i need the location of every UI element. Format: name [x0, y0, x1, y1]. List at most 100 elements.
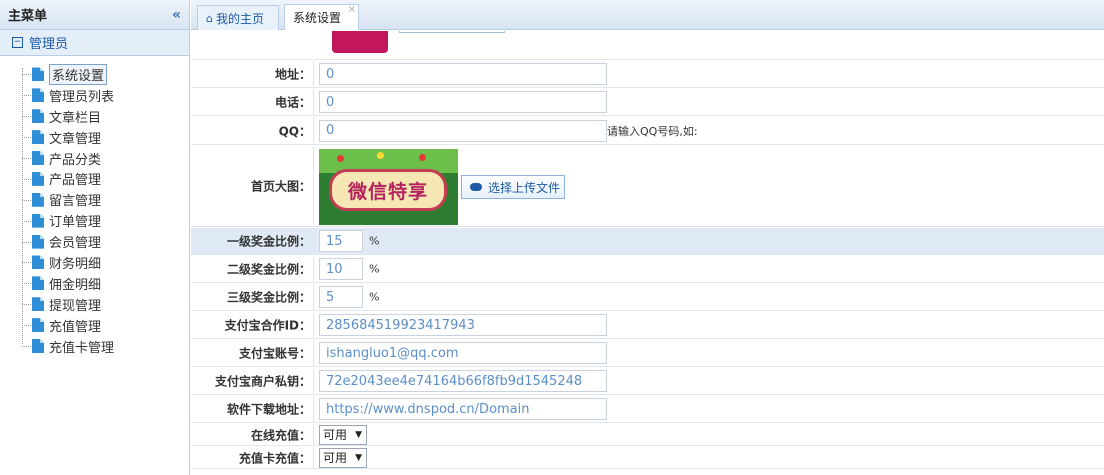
level1-bonus-input[interactable] [319, 230, 363, 252]
alipay-private-key-input[interactable] [319, 370, 607, 392]
sidebar-item-order-management[interactable]: 订单管理 [18, 210, 189, 231]
upload-button-label: 选择上传文件 [488, 180, 561, 195]
sidebar-item-recharge-management[interactable]: 充值管理 [18, 315, 189, 336]
settings-form: 地址： 电话： QQ： 请输入QQ号码,如: 首页大图： 微信特享 [191, 31, 1104, 475]
cloud-upload-icon [470, 183, 482, 191]
tab-system-settings[interactable]: 系统设置 × [284, 4, 359, 30]
document-icon [32, 67, 44, 82]
home-icon: ⌂ [206, 11, 213, 25]
row-phone: 电话： [191, 89, 1104, 116]
row-online-recharge: 在线充值： 可用 ▼ [191, 424, 1104, 446]
sidebar-item-message-management[interactable]: 留言管理 [18, 189, 189, 210]
dropdown-arrow-icon: ▼ [355, 429, 362, 440]
sidebar-item-finance-details[interactable]: 财务明细 [18, 252, 189, 273]
row-divider [313, 424, 314, 445]
percent-unit: % [369, 262, 380, 276]
sidebar-item-label: 系统设置 [49, 63, 108, 85]
alipay-private-key-label: 支付宝商户私钥： [214, 374, 311, 389]
percent-unit: % [369, 234, 380, 248]
sidebar-item-product-category[interactable]: 产品分类 [18, 148, 189, 169]
sidebar-item-label: 文章栏目 [49, 110, 102, 126]
level1-bonus-label: 一级奖金比例： [226, 234, 311, 249]
collapse-sidebar-icon[interactable]: « [172, 7, 181, 23]
card-recharge-label: 充值卡充值： [238, 451, 311, 465]
document-icon [32, 339, 44, 354]
sidebar-item-product-management[interactable]: 产品管理 [18, 168, 189, 189]
row-download-url: 软件下载地址： [191, 396, 1104, 423]
address-input[interactable] [319, 63, 607, 85]
sidebar-item-label: 文章管理 [49, 131, 102, 147]
sidebar-item-admin-list[interactable]: 管理员列表 [18, 85, 189, 106]
download-url-input[interactable] [319, 398, 607, 420]
select-value: 可用 [323, 428, 348, 442]
document-icon [32, 109, 44, 124]
sidebar-item-article-management[interactable]: 文章管理 [18, 127, 189, 148]
banner-frame: 微信特享 [329, 169, 447, 211]
alipay-account-input[interactable] [319, 342, 607, 364]
document-icon [32, 318, 44, 333]
banner-label: 首页大图： [250, 179, 311, 194]
qq-label: QQ： [278, 124, 311, 138]
logo-row-fragment [191, 31, 1104, 60]
banner-image: 微信特享 [319, 149, 458, 225]
sidebar-item-system-settings[interactable]: 系统设置 [18, 63, 189, 85]
collapse-group-icon[interactable]: − [12, 37, 23, 48]
qq-input[interactable] [319, 119, 607, 142]
main-area: ⌂ 我的主页 系统设置 × 地址： 电话： QQ： 请输入QQ号码,如: [191, 0, 1104, 475]
sidebar-item-label: 财务明细 [49, 256, 102, 272]
phone-input[interactable] [319, 91, 607, 113]
document-icon [32, 171, 44, 186]
row-divider [313, 256, 314, 282]
level2-bonus-input[interactable] [319, 258, 363, 280]
sidebar-title: 主菜单 [8, 9, 48, 24]
row-divider [313, 284, 314, 310]
sidebar-item-label: 订单管理 [49, 215, 102, 231]
logo-upload-button[interactable] [399, 31, 505, 33]
banner-text: 微信特享 [347, 180, 428, 203]
row-level3-bonus: 三级奖金比例： % [191, 284, 1104, 311]
row-divider [313, 61, 314, 87]
upload-file-button[interactable]: 选择上传文件 [461, 175, 565, 199]
row-divider [313, 146, 314, 226]
row-banner: 首页大图： 微信特享 选择上传文件 [191, 146, 1104, 227]
sidebar-item-commission-details[interactable]: 佣金明细 [18, 273, 189, 294]
document-icon [32, 255, 44, 270]
tab-label: 我的主页 [215, 11, 264, 26]
tab-home[interactable]: ⌂ 我的主页 [197, 5, 279, 30]
sidebar-header: 主菜单 « [0, 0, 189, 30]
row-divider [313, 89, 314, 115]
sidebar-item-member-management[interactable]: 会员管理 [18, 231, 189, 252]
alipay-partner-id-label: 支付宝合作ID： [224, 318, 311, 333]
sidebar-item-article-columns[interactable]: 文章栏目 [18, 106, 189, 127]
document-icon [32, 130, 44, 145]
percent-unit: % [369, 290, 380, 304]
row-divider [313, 396, 314, 422]
logo-image [332, 31, 388, 53]
flower-decoration [337, 155, 344, 162]
row-divider [313, 312, 314, 338]
document-icon [32, 276, 44, 291]
level3-bonus-input[interactable] [319, 286, 363, 308]
qq-hint: 请输入QQ号码,如: [607, 124, 698, 138]
download-url-label: 软件下载地址： [226, 402, 311, 417]
sidebar-item-label: 佣金明细 [49, 277, 102, 293]
sidebar-tree: 系统设置 管理员列表 文章栏目 文章管理 产品分类 产品管理 留言管理 订单管理… [0, 56, 189, 356]
sidebar-item-withdrawal-management[interactable]: 提现管理 [18, 294, 189, 315]
card-recharge-select[interactable]: 可用 ▼ [319, 447, 367, 468]
document-icon [32, 192, 44, 207]
row-divider [313, 340, 314, 366]
sidebar-group-admin[interactable]: − 管理员 [0, 30, 189, 56]
online-recharge-select[interactable]: 可用 ▼ [319, 424, 367, 445]
sidebar-group-label: 管理员 [29, 37, 69, 52]
level3-bonus-label: 三级奖金比例： [226, 290, 311, 305]
sidebar-item-label: 产品分类 [49, 152, 102, 168]
document-icon [32, 151, 44, 165]
sidebar-item-recharge-card-management[interactable]: 充值卡管理 [18, 336, 189, 357]
row-qq: QQ： 请输入QQ号码,如: [191, 117, 1104, 145]
document-icon [32, 297, 44, 312]
close-tab-icon[interactable]: × [348, 4, 356, 15]
document-icon [32, 213, 44, 228]
alipay-partner-id-input[interactable] [319, 314, 607, 336]
row-divider [313, 117, 314, 144]
row-alipay-account: 支付宝账号： [191, 340, 1104, 367]
